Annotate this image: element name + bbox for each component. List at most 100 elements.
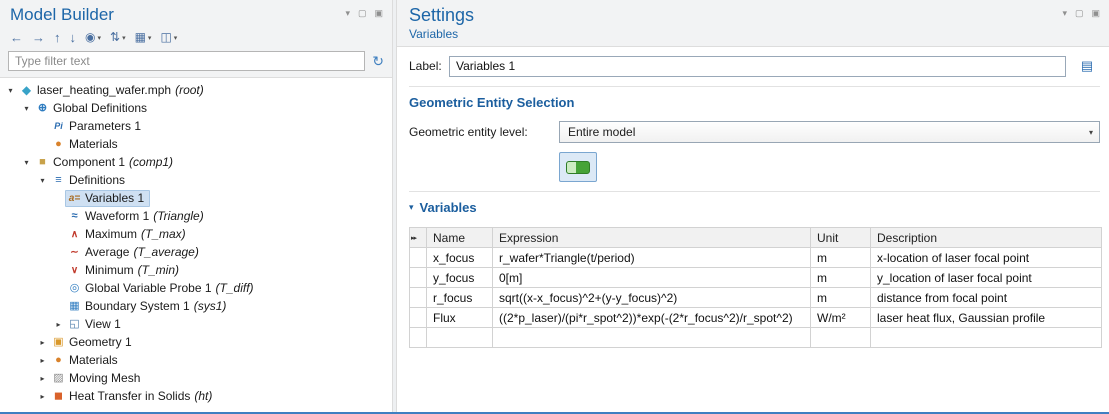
- column-header-name[interactable]: Name: [427, 228, 493, 248]
- tree-item-body: ▦Boundary System 1(sys1): [65, 298, 232, 315]
- panel-float-icon[interactable]: ▢: [1075, 8, 1084, 18]
- waveform-icon: ≈: [66, 209, 83, 224]
- tree-item-type: (T_max): [137, 227, 186, 241]
- chevron-down-icon: ▾: [174, 34, 178, 42]
- tree-item-type: (comp1): [125, 155, 173, 169]
- forward-icon[interactable]: →: [28, 29, 49, 46]
- tree-item[interactable]: ●Materials: [0, 135, 392, 153]
- tree-item[interactable]: ∨Minimum(T_min): [0, 261, 392, 279]
- cell-unit[interactable]: [811, 328, 871, 348]
- tree-item-body: ●Materials: [49, 352, 124, 369]
- tree-item-label: Global Definitions: [51, 101, 147, 115]
- column-header-unit[interactable]: Unit: [811, 228, 871, 248]
- tree-item[interactable]: ∼Average(T_average): [0, 243, 392, 261]
- tree-item[interactable]: ▸▣Geometry 1: [0, 333, 392, 351]
- expand-arrow-icon[interactable]: ▸: [36, 374, 49, 383]
- tree-item[interactable]: PiParameters 1: [0, 117, 392, 135]
- tree-item[interactable]: ≈Waveform 1(Triangle): [0, 207, 392, 225]
- tree-item[interactable]: ▸◼Heat Transfer in Solids(ht): [0, 387, 392, 405]
- expand-arrow-icon[interactable]: ▸: [36, 392, 49, 401]
- cell-name[interactable]: y_focus: [427, 268, 493, 288]
- table-header-row: ▸▸NameExpressionUnitDescription: [410, 228, 1102, 248]
- row-marker-cell: [410, 308, 427, 328]
- toolbar-menu-button[interactable]: ◫ ▾: [156, 29, 181, 46]
- expand-arrow-icon[interactable]: ▸: [36, 338, 49, 347]
- tree-item[interactable]: ∧Maximum(T_max): [0, 225, 392, 243]
- tree-item[interactable]: a=Variables 1: [0, 189, 392, 207]
- tree-item-label: Global Variable Probe 1: [83, 281, 212, 295]
- panel-pin-icon[interactable]: ▣: [374, 8, 383, 18]
- rename-button[interactable]: ▤: [1074, 55, 1100, 77]
- tree-item[interactable]: ▾■Component 1(comp1): [0, 153, 392, 171]
- model-builder-header: Model Builder ▾ ▢ ▣: [0, 0, 392, 26]
- tree-item[interactable]: ▾⊕Global Definitions: [0, 99, 392, 117]
- cell-expression[interactable]: r_wafer*Triangle(t/period): [493, 248, 811, 268]
- column-header-expression[interactable]: Expression: [493, 228, 811, 248]
- cell-description[interactable]: laser heat flux, Gaussian profile: [871, 308, 1102, 328]
- settings-panel: Settings Variables ▾ ▢ ▣ Label: ▤ Geomet…: [397, 0, 1109, 412]
- tree-item[interactable]: ▸◱View 1: [0, 315, 392, 333]
- tree-item[interactable]: ▸●Materials: [0, 351, 392, 369]
- tree-item-body: ◱View 1: [65, 316, 127, 333]
- tree-item[interactable]: ▸▨Moving Mesh: [0, 369, 392, 387]
- tree-item-body: ⊕Global Definitions: [33, 100, 153, 117]
- label-input[interactable]: [449, 56, 1066, 77]
- cell-unit[interactable]: m: [811, 248, 871, 268]
- tree-item[interactable]: ▦Boundary System 1(sys1): [0, 297, 392, 315]
- row-marker-cell: [410, 288, 427, 308]
- cell-expression[interactable]: [493, 328, 811, 348]
- show-menu-button[interactable]: ◉ ▾: [81, 29, 105, 46]
- cell-unit[interactable]: m: [811, 288, 871, 308]
- panel-float-icon[interactable]: ▢: [358, 8, 367, 18]
- component-icon: ■: [34, 155, 51, 170]
- tree-item-label: Materials: [67, 137, 118, 151]
- node-text-icon: ▦: [135, 29, 146, 46]
- tree-item-body: ∨Minimum(T_min): [65, 262, 185, 279]
- cell-name[interactable]: r_focus: [427, 288, 493, 308]
- node-text-menu-button[interactable]: ▦ ▾: [131, 29, 156, 46]
- cell-name[interactable]: Flux: [427, 308, 493, 328]
- move-up-icon[interactable]: ↑: [50, 29, 65, 46]
- cell-unit[interactable]: m: [811, 268, 871, 288]
- panel-menu-icon[interactable]: ▾: [345, 8, 350, 18]
- tree-item[interactable]: ▾◆laser_heating_wafer.mph(root): [0, 81, 392, 99]
- move-down-icon[interactable]: ↓: [66, 29, 81, 46]
- active-selection-toggle[interactable]: [559, 152, 597, 182]
- collapse-arrow-icon[interactable]: ▾: [4, 86, 17, 95]
- cell-expression[interactable]: 0[m]: [493, 268, 811, 288]
- entity-level-select[interactable]: Entire model ▾: [559, 121, 1100, 143]
- cell-description[interactable]: x-location of laser focal point: [871, 248, 1102, 268]
- expand-arrow-icon[interactable]: ▸: [36, 356, 49, 365]
- cell-description[interactable]: y_location of laser focal point: [871, 268, 1102, 288]
- tree-item-body: PiParameters 1: [49, 118, 147, 135]
- tree-item-label: Geometry 1: [67, 335, 132, 349]
- cell-name[interactable]: x_focus: [427, 248, 493, 268]
- column-header-description[interactable]: Description: [871, 228, 1102, 248]
- cell-description[interactable]: distance from focal point: [871, 288, 1102, 308]
- collapse-arrow-icon[interactable]: ▾: [20, 104, 33, 113]
- average-icon: ∼: [66, 245, 83, 260]
- variables-section-header[interactable]: ▾ Variables: [409, 200, 1100, 215]
- tree-item-body: ▨Moving Mesh: [49, 370, 146, 387]
- table-row: x_focusr_wafer*Triangle(t/period)mx-loca…: [410, 248, 1102, 268]
- filter-input[interactable]: [8, 51, 365, 71]
- cell-expression[interactable]: ((2*p_laser)/(pi*r_spot^2))*exp(-(2*r_fo…: [493, 308, 811, 328]
- panel-pin-icon[interactable]: ▣: [1091, 8, 1100, 18]
- back-icon[interactable]: ←: [6, 29, 27, 46]
- tree-item[interactable]: ◎Global Variable Probe 1(T_diff): [0, 279, 392, 297]
- cell-name[interactable]: [427, 328, 493, 348]
- tree-item-label: Component 1: [51, 155, 125, 169]
- refresh-icon[interactable]: ↻: [372, 53, 384, 69]
- tree-item[interactable]: ▾≡Definitions: [0, 171, 392, 189]
- materials-icon: ●: [50, 353, 67, 368]
- settings-title: Settings: [409, 5, 1099, 26]
- collapse-expand-button[interactable]: ⇅ ▾: [106, 29, 130, 46]
- cell-expression[interactable]: sqrt((x-x_focus)^2+(y-y_focus)^2): [493, 288, 811, 308]
- row-marker-header: ▸▸: [410, 228, 427, 248]
- collapse-arrow-icon[interactable]: ▾: [36, 176, 49, 185]
- expand-arrow-icon[interactable]: ▸: [52, 320, 65, 329]
- panel-menu-icon[interactable]: ▾: [1062, 8, 1067, 18]
- cell-description[interactable]: [871, 328, 1102, 348]
- cell-unit[interactable]: W/m²: [811, 308, 871, 328]
- collapse-arrow-icon[interactable]: ▾: [20, 158, 33, 167]
